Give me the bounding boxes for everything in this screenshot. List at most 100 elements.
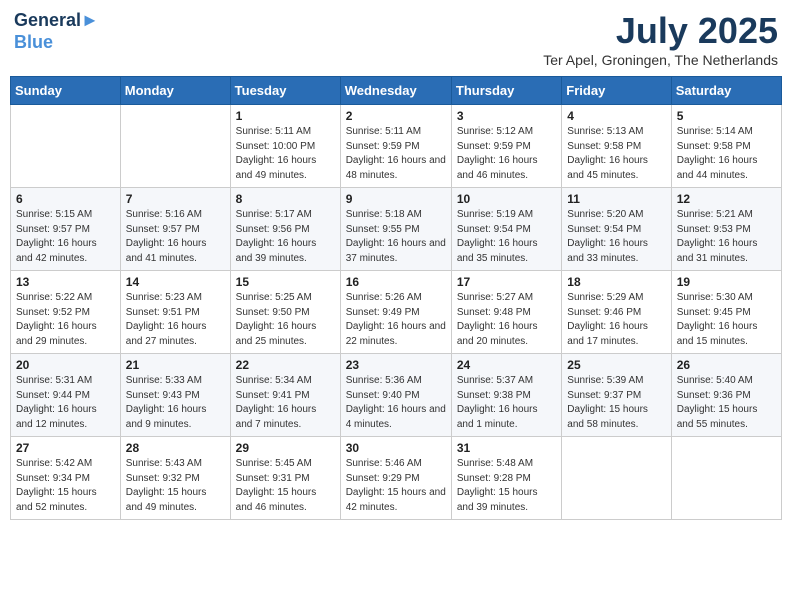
calendar-cell: 17Sunrise: 5:27 AM Sunset: 9:48 PM Dayli…: [451, 271, 561, 354]
day-number: 13: [16, 275, 115, 289]
calendar-cell: 21 Sunrise: 5:33 AM Sunset: 9:43 PM Dayli…: [120, 354, 230, 437]
day-detail: Sunrise: 5:29 AM Sunset: 9:46 PM Dayligh…: [567, 291, 665, 349]
calendar-cell: 27 Sunrise: 5:42 AM Sunset: 9:34 PM Dayli…: [11, 437, 121, 520]
calendar-cell: 15 Sunrise: 5:25 AM Sunset: 9:50 PM Dayli…: [230, 271, 340, 354]
day-detail: Sunrise: 5:46 AM Sunset: 9:29 PM Dayligh…: [346, 457, 446, 515]
calendar-cell: 28Sunrise: 5:43 AM Sunset: 9:32 PM Dayli…: [120, 437, 230, 520]
calendar-cell: 3 Sunrise: 5:12 AM Sunset: 9:59 PM Daylig…: [451, 105, 561, 188]
day-detail: Sunrise: 5:12 AM Sunset: 9:59 PM Dayligh…: [457, 125, 556, 183]
location: Ter Apel, Groningen, The Netherlands: [543, 52, 778, 68]
day-detail: Sunrise: 5:40 AM Sunset: 9:36 PM Dayligh…: [677, 374, 776, 432]
day-detail: Sunrise: 5:19 AM Sunset: 9:54 PM Dayligh…: [457, 208, 556, 266]
calendar-cell: 6Sunrise: 5:15 AM Sunset: 9:57 PM Daylig…: [11, 188, 121, 271]
calendar-cell: 7 Sunrise: 5:16 AM Sunset: 9:57 PM Daylig…: [120, 188, 230, 271]
calendar-cell: 31Sunrise: 5:48 AM Sunset: 9:28 PM Dayli…: [451, 437, 561, 520]
calendar-week-row: 1 Sunrise: 5:11 AM Sunset: 10:00 PM Dayli…: [11, 105, 782, 188]
calendar-week-row: 20Sunrise: 5:31 AM Sunset: 9:44 PM Dayli…: [11, 354, 782, 437]
weekday-header: Saturday: [671, 77, 781, 105]
logo: General► Blue: [14, 10, 99, 53]
day-number: 4: [567, 109, 665, 123]
month-title: July 2025: [543, 10, 778, 52]
day-number: 5: [677, 109, 776, 123]
day-detail: Sunrise: 5:42 AM Sunset: 9:34 PM Dayligh…: [16, 457, 115, 515]
day-number: 8: [236, 192, 335, 206]
logo-text: General►: [14, 10, 99, 32]
day-detail: Sunrise: 5:22 AM Sunset: 9:52 PM Dayligh…: [16, 291, 115, 349]
day-number: 1: [236, 109, 335, 123]
day-detail: Sunrise: 5:25 AM Sunset: 9:50 PM Dayligh…: [236, 291, 335, 349]
calendar-cell: 22 Sunrise: 5:34 AM Sunset: 9:41 PM Dayli…: [230, 354, 340, 437]
calendar-cell: 4 Sunrise: 5:13 AM Sunset: 9:58 PM Daylig…: [562, 105, 671, 188]
day-detail: Sunrise: 5:33 AM Sunset: 9:43 PM Dayligh…: [126, 374, 225, 432]
calendar-cell: 14Sunrise: 5:23 AM Sunset: 9:51 PM Dayli…: [120, 271, 230, 354]
calendar-cell: 2 Sunrise: 5:11 AM Sunset: 9:59 PM Daylig…: [340, 105, 451, 188]
day-number: 20: [16, 358, 115, 372]
calendar-table: SundayMondayTuesdayWednesdayThursdayFrid…: [10, 76, 782, 520]
calendar-cell: [120, 105, 230, 188]
calendar-header-row: SundayMondayTuesdayWednesdayThursdayFrid…: [11, 77, 782, 105]
day-number: 21: [126, 358, 225, 372]
weekday-header: Sunday: [11, 77, 121, 105]
calendar-cell: [11, 105, 121, 188]
day-detail: Sunrise: 5:45 AM Sunset: 9:31 PM Dayligh…: [236, 457, 335, 515]
day-detail: Sunrise: 5:37 AM Sunset: 9:38 PM Dayligh…: [457, 374, 556, 432]
day-detail: Sunrise: 5:14 AM Sunset: 9:58 PM Dayligh…: [677, 125, 776, 183]
calendar-cell: 30 Sunrise: 5:46 AM Sunset: 9:29 PM Dayli…: [340, 437, 451, 520]
day-detail: Sunrise: 5:26 AM Sunset: 9:49 PM Dayligh…: [346, 291, 446, 349]
day-number: 26: [677, 358, 776, 372]
day-number: 7: [126, 192, 225, 206]
logo-blue: Blue: [14, 32, 99, 54]
day-detail: Sunrise: 5:11 AM Sunset: 10:00 PM Daylig…: [236, 125, 335, 183]
day-number: 31: [457, 441, 556, 455]
day-number: 25: [567, 358, 665, 372]
weekday-header: Friday: [562, 77, 671, 105]
day-number: 11: [567, 192, 665, 206]
calendar-cell: 26 Sunrise: 5:40 AM Sunset: 9:36 PM Dayli…: [671, 354, 781, 437]
day-number: 17: [457, 275, 556, 289]
day-number: 19: [677, 275, 776, 289]
day-number: 2: [346, 109, 446, 123]
calendar-cell: 24 Sunrise: 5:37 AM Sunset: 9:38 PM Dayli…: [451, 354, 561, 437]
calendar-cell: 29Sunrise: 5:45 AM Sunset: 9:31 PM Dayli…: [230, 437, 340, 520]
calendar-cell: 5 Sunrise: 5:14 AM Sunset: 9:58 PM Daylig…: [671, 105, 781, 188]
calendar-cell: 23Sunrise: 5:36 AM Sunset: 9:40 PM Dayli…: [340, 354, 451, 437]
calendar-week-row: 27 Sunrise: 5:42 AM Sunset: 9:34 PM Dayli…: [11, 437, 782, 520]
calendar-cell: [562, 437, 671, 520]
day-detail: Sunrise: 5:39 AM Sunset: 9:37 PM Dayligh…: [567, 374, 665, 432]
day-number: 22: [236, 358, 335, 372]
calendar-cell: 13 Sunrise: 5:22 AM Sunset: 9:52 PM Dayli…: [11, 271, 121, 354]
day-detail: Sunrise: 5:16 AM Sunset: 9:57 PM Dayligh…: [126, 208, 225, 266]
calendar-cell: 16 Sunrise: 5:26 AM Sunset: 9:49 PM Dayli…: [340, 271, 451, 354]
calendar-cell: 20Sunrise: 5:31 AM Sunset: 9:44 PM Dayli…: [11, 354, 121, 437]
day-number: 9: [346, 192, 446, 206]
day-number: 16: [346, 275, 446, 289]
calendar-week-row: 6Sunrise: 5:15 AM Sunset: 9:57 PM Daylig…: [11, 188, 782, 271]
day-number: 28: [126, 441, 225, 455]
day-detail: Sunrise: 5:23 AM Sunset: 9:51 PM Dayligh…: [126, 291, 225, 349]
day-number: 27: [16, 441, 115, 455]
calendar-cell: 1 Sunrise: 5:11 AM Sunset: 10:00 PM Dayli…: [230, 105, 340, 188]
weekday-header: Monday: [120, 77, 230, 105]
weekday-header: Tuesday: [230, 77, 340, 105]
day-number: 15: [236, 275, 335, 289]
weekday-header: Thursday: [451, 77, 561, 105]
day-detail: Sunrise: 5:17 AM Sunset: 9:56 PM Dayligh…: [236, 208, 335, 266]
day-number: 12: [677, 192, 776, 206]
day-number: 30: [346, 441, 446, 455]
day-number: 24: [457, 358, 556, 372]
calendar-cell: 25 Sunrise: 5:39 AM Sunset: 9:37 PM Dayli…: [562, 354, 671, 437]
day-detail: Sunrise: 5:13 AM Sunset: 9:58 PM Dayligh…: [567, 125, 665, 183]
day-number: 10: [457, 192, 556, 206]
title-block: July 2025 Ter Apel, Groningen, The Nethe…: [543, 10, 778, 68]
calendar-week-row: 13 Sunrise: 5:22 AM Sunset: 9:52 PM Dayli…: [11, 271, 782, 354]
day-number: 3: [457, 109, 556, 123]
weekday-header: Wednesday: [340, 77, 451, 105]
day-detail: Sunrise: 5:34 AM Sunset: 9:41 PM Dayligh…: [236, 374, 335, 432]
day-number: 18: [567, 275, 665, 289]
day-number: 6: [16, 192, 115, 206]
calendar-cell: 10 Sunrise: 5:19 AM Sunset: 9:54 PM Dayli…: [451, 188, 561, 271]
page-header: General► Blue July 2025 Ter Apel, Gronin…: [10, 10, 782, 68]
day-detail: Sunrise: 5:36 AM Sunset: 9:40 PM Dayligh…: [346, 374, 446, 432]
calendar-cell: 9Sunrise: 5:18 AM Sunset: 9:55 PM Daylig…: [340, 188, 451, 271]
day-detail: Sunrise: 5:11 AM Sunset: 9:59 PM Dayligh…: [346, 125, 446, 183]
